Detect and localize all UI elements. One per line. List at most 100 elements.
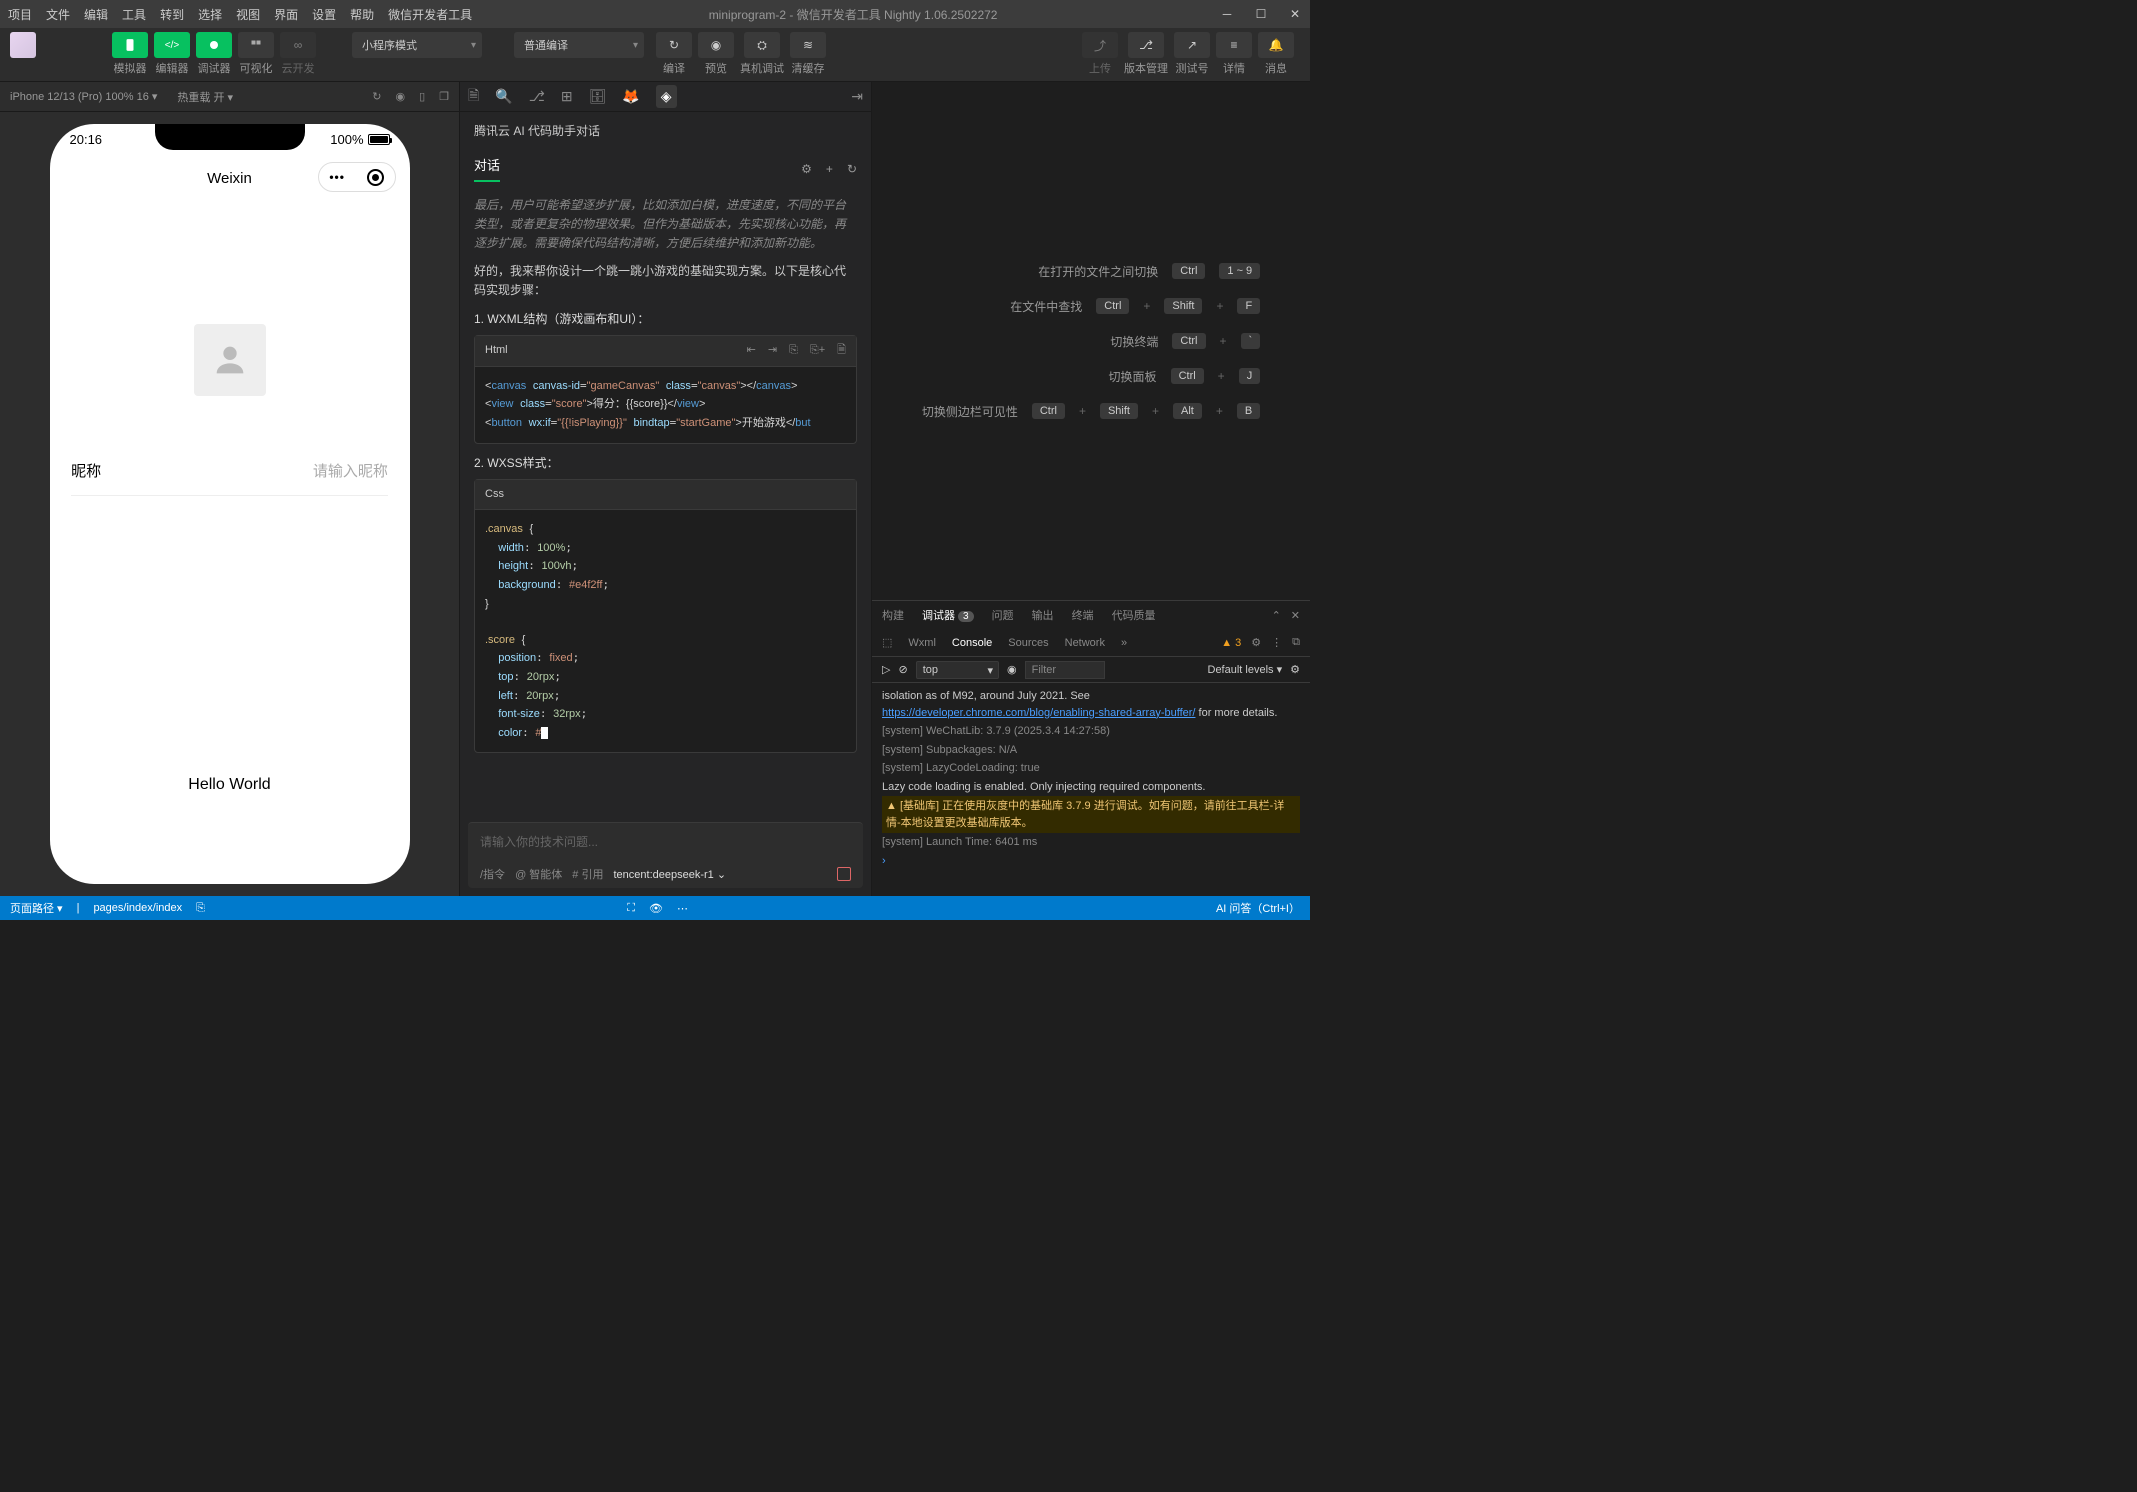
menu-view[interactable]: 视图 — [236, 6, 260, 23]
panel-close-icon[interactable]: ✕ — [1291, 609, 1300, 622]
device-select[interactable]: iPhone 12/13 (Pro) 100% 16 ▾ — [10, 90, 157, 103]
compile-dropdown[interactable]: 普通编译 — [514, 32, 644, 58]
ai-stop-button[interactable] — [837, 867, 851, 881]
capsule-close-icon[interactable] — [367, 169, 384, 186]
dt-menu-icon[interactable]: ⋮ — [1271, 636, 1282, 649]
sb-icon2[interactable]: 👁 — [649, 902, 663, 915]
menu-project[interactable]: 项目 — [8, 6, 32, 23]
tab-build[interactable]: 构建 — [882, 607, 904, 623]
menu-ui[interactable]: 界面 — [274, 6, 298, 23]
phone-simulator[interactable]: 20:16 100% Weixin ••• 昵称 请输入昵称 Hello Wor… — [50, 124, 410, 884]
refresh-icon[interactable]: ↻ — [372, 90, 381, 103]
ai-input[interactable]: 请输入你的技术问题... /指令 @ 智能体 # 引用 tencent:deep… — [468, 822, 863, 888]
explorer-icon[interactable]: 🗎 — [468, 85, 479, 109]
ai-icon[interactable]: ◈ — [656, 85, 677, 108]
simulator-toggle[interactable] — [112, 32, 148, 58]
capsule-menu-icon[interactable]: ••• — [329, 170, 345, 184]
editor-toggle[interactable]: </> — [154, 32, 190, 58]
dt-console[interactable]: Console — [952, 637, 992, 649]
preview-button[interactable]: ◉ — [698, 32, 734, 58]
details-button[interactable]: ≡ — [1216, 32, 1252, 58]
git-icon[interactable]: ⎇ — [529, 88, 545, 105]
cloud-toggle[interactable]: ∞ — [280, 32, 316, 58]
console-link[interactable]: https://developer.chrome.com/blog/enabli… — [882, 707, 1195, 719]
test-button[interactable]: ↗ — [1174, 32, 1210, 58]
dt-more[interactable]: » — [1121, 637, 1127, 649]
capsule-button[interactable]: ••• — [318, 162, 396, 192]
menu-tools[interactable]: 工具 — [122, 6, 146, 23]
hot-reload-toggle[interactable]: 热重载 开 ▾ — [177, 89, 233, 105]
page-path[interactable]: pages/index/index — [93, 902, 182, 914]
dt-settings-icon[interactable]: ⚙ — [1251, 636, 1261, 649]
menu-help[interactable]: 帮助 — [350, 6, 374, 23]
levels-select[interactable]: Default levels ▾ — [1208, 663, 1283, 676]
dt-wxml[interactable]: Wxml — [908, 637, 936, 649]
remote-debug-button[interactable]: ⛭ — [744, 32, 780, 58]
collapse-icon[interactable]: ⇥ — [851, 88, 863, 105]
code-css[interactable]: .canvas { width: 100%; height: 100vh; ba… — [475, 510, 856, 752]
console-clear-icon[interactable]: ⊘ — [898, 663, 907, 676]
menu-goto[interactable]: 转到 — [160, 6, 184, 23]
mode-dropdown[interactable]: 小程序模式 — [352, 32, 482, 58]
tab-problems[interactable]: 问题 — [992, 607, 1014, 623]
console-output[interactable]: isolation as of M92, around July 2021. S… — [872, 683, 1310, 896]
code-html[interactable]: <canvas canvas-id="gameCanvas" class="ca… — [475, 367, 856, 443]
window-close[interactable]: ✕ — [1288, 7, 1302, 21]
dt-sources[interactable]: Sources — [1008, 637, 1048, 649]
window-maximize[interactable]: ☐ — [1254, 7, 1268, 21]
ai-model[interactable]: tencent:deepseek-r1 ⌄ — [613, 868, 726, 881]
search-icon[interactable]: 🔍 — [495, 88, 512, 105]
context-select[interactable]: top — [916, 661, 999, 679]
console-play-icon[interactable]: ▷ — [882, 663, 890, 676]
console-eye-icon[interactable]: ◉ — [1007, 663, 1017, 676]
outdent-icon[interactable]: ⇥ — [768, 342, 777, 360]
filter-input[interactable]: Filter — [1025, 661, 1105, 679]
message-button[interactable]: 🔔 — [1258, 32, 1294, 58]
tab-quality[interactable]: 代码质量 — [1112, 607, 1156, 623]
ai-chat-body[interactable]: 最后，用户可能希望逐步扩展，比如添加白模，进度速度，不同的平台类型，或者更复杂的… — [460, 188, 871, 814]
copy-icon[interactable]: ⎘ — [789, 342, 798, 360]
upload-button[interactable]: ⤴ — [1082, 32, 1118, 58]
page-path-label[interactable]: 页面路径 ▾ — [10, 900, 63, 916]
copy-path-icon[interactable]: ⎘ — [196, 902, 205, 915]
dt-popout-icon[interactable]: ⧉ — [1292, 636, 1300, 649]
tab-terminal[interactable]: 终端 — [1072, 607, 1094, 623]
devtools-select-icon[interactable]: ⬚ — [882, 636, 892, 649]
new-chat-icon[interactable]: + — [826, 162, 833, 176]
record-icon[interactable]: ◉ — [395, 90, 405, 103]
ext-icon[interactable]: ⊞ — [561, 88, 573, 105]
menu-settings[interactable]: 设置 — [312, 6, 336, 23]
menu-file[interactable]: 文件 — [46, 6, 70, 23]
dt-network[interactable]: Network — [1065, 637, 1105, 649]
menu-edit[interactable]: 编辑 — [84, 6, 108, 23]
file-icon[interactable]: 🗎 — [837, 342, 846, 360]
ai-answer[interactable]: AI 问答（Ctrl+I） — [1216, 900, 1300, 916]
ai-ref[interactable]: # 引用 — [572, 866, 603, 882]
multi-icon[interactable]: ❐ — [439, 90, 449, 103]
ai-agent[interactable]: @ 智能体 — [515, 866, 562, 882]
console-settings-icon[interactable]: ⚙ — [1290, 663, 1300, 676]
ai-input-placeholder[interactable]: 请输入你的技术问题... — [468, 823, 863, 860]
ai-cmd[interactable]: /指令 — [480, 866, 505, 882]
ai-tab-chat[interactable]: 对话 — [474, 155, 500, 182]
sb-icon1[interactable]: ⛶ — [627, 902, 635, 915]
compile-button[interactable]: ↻ — [656, 32, 692, 58]
menu-select[interactable]: 选择 — [198, 6, 222, 23]
window-minimize[interactable]: ─ — [1220, 7, 1234, 21]
version-button[interactable]: ⎇ — [1128, 32, 1164, 58]
menu-wxdevtools[interactable]: 微信开发者工具 — [388, 6, 472, 23]
avatar-placeholder[interactable] — [194, 324, 266, 396]
sb-icon3[interactable]: ⋯ — [677, 902, 688, 915]
indent-icon[interactable]: ⇤ — [747, 342, 756, 360]
warning-badge[interactable]: ▲ 3 — [1221, 637, 1241, 649]
phone-icon[interactable]: ▯ — [419, 90, 425, 103]
insert-icon[interactable]: ⎘+ — [810, 342, 825, 360]
debugger-toggle[interactable] — [196, 32, 232, 58]
tab-output[interactable]: 输出 — [1032, 607, 1054, 623]
db-icon[interactable]: 🗄 — [589, 88, 607, 105]
clear-cache-button[interactable]: ≋ — [790, 32, 826, 58]
project-avatar[interactable] — [10, 32, 36, 58]
tab-debugger[interactable]: 调试器3 — [922, 607, 974, 623]
bot-icon[interactable]: 🦊 — [622, 88, 639, 105]
visual-toggle[interactable] — [238, 32, 274, 58]
